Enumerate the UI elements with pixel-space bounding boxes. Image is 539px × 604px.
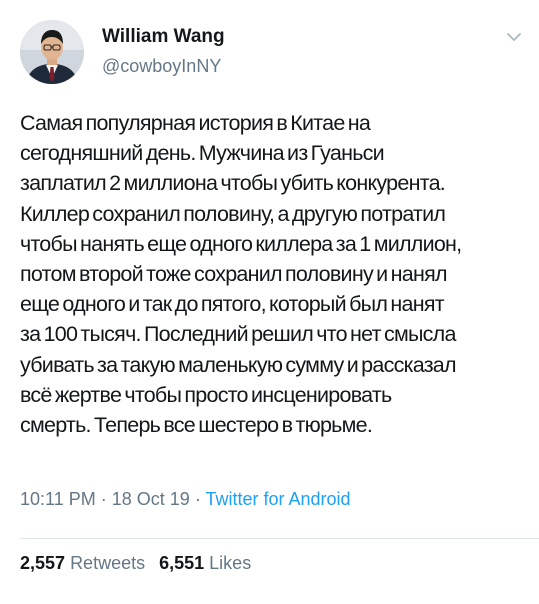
likes-count: 6,551 (159, 553, 205, 573)
tweet-text-line: Самая популярная история в Китае на (20, 111, 371, 135)
likes-stat[interactable]: 6,551 Likes (159, 553, 251, 573)
tweet-text-line: чтобы нанять еще одного киллера за 1 мил… (20, 231, 462, 256)
tweet-text: Самая популярная история в Китае на сего… (20, 108, 525, 440)
tweet-date[interactable]: 18 Oct 19 (112, 489, 190, 509)
tweet-text-line: еще одного и так до пятого, который был … (20, 292, 445, 317)
author-name[interactable]: William Wang (102, 26, 225, 48)
user-avatar-photo (20, 20, 84, 84)
tweet-text-line: потом второй тоже сохранил половину и на… (20, 262, 448, 287)
chevron-down-icon[interactable] (505, 30, 523, 44)
retweets-label: Retweets (70, 553, 146, 573)
meta-separator: · (194, 489, 201, 509)
tweet-card: William Wang @cowboyInNY Самая популярна… (0, 0, 539, 604)
retweets-stat[interactable]: 2,557 Retweets (20, 553, 145, 573)
tweet-text-line: всё жертве чтобы просто инсценировать (20, 382, 392, 407)
author-avatar[interactable] (20, 20, 84, 84)
tweet-text-line: сегодняшний день. Мужчина из Гуаньси (20, 141, 385, 166)
tweet-text-line: заплатил 2 миллиона чтобы убить конкурен… (20, 171, 446, 196)
retweets-count: 2,557 (20, 553, 66, 573)
tweet-meta: 10:11 PM · 18 Oct 19 · Twitter for Andro… (20, 489, 351, 510)
tweet-text-line: смерть. Теперь все шестеро в тюрьме. (20, 413, 373, 438)
author-handle[interactable]: @cowboyInNY (102, 56, 221, 77)
tweet-time[interactable]: 10:11 PM (20, 489, 96, 509)
tweet-source-link[interactable]: Twitter for Android (206, 489, 351, 509)
meta-separator: · (100, 489, 107, 509)
tweet-text-line: за 100 тысяч. Последний решил что нет см… (20, 322, 456, 347)
divider (20, 538, 539, 539)
tweet-text-line: убивать за такую маленькую сумму и расск… (20, 352, 457, 377)
tweet-stats: 2,557 Retweets 6,551 Likes (20, 553, 251, 574)
likes-label: Likes (209, 553, 252, 573)
tweet-text-line: Киллер сохранил половину, а другую потра… (20, 201, 446, 226)
